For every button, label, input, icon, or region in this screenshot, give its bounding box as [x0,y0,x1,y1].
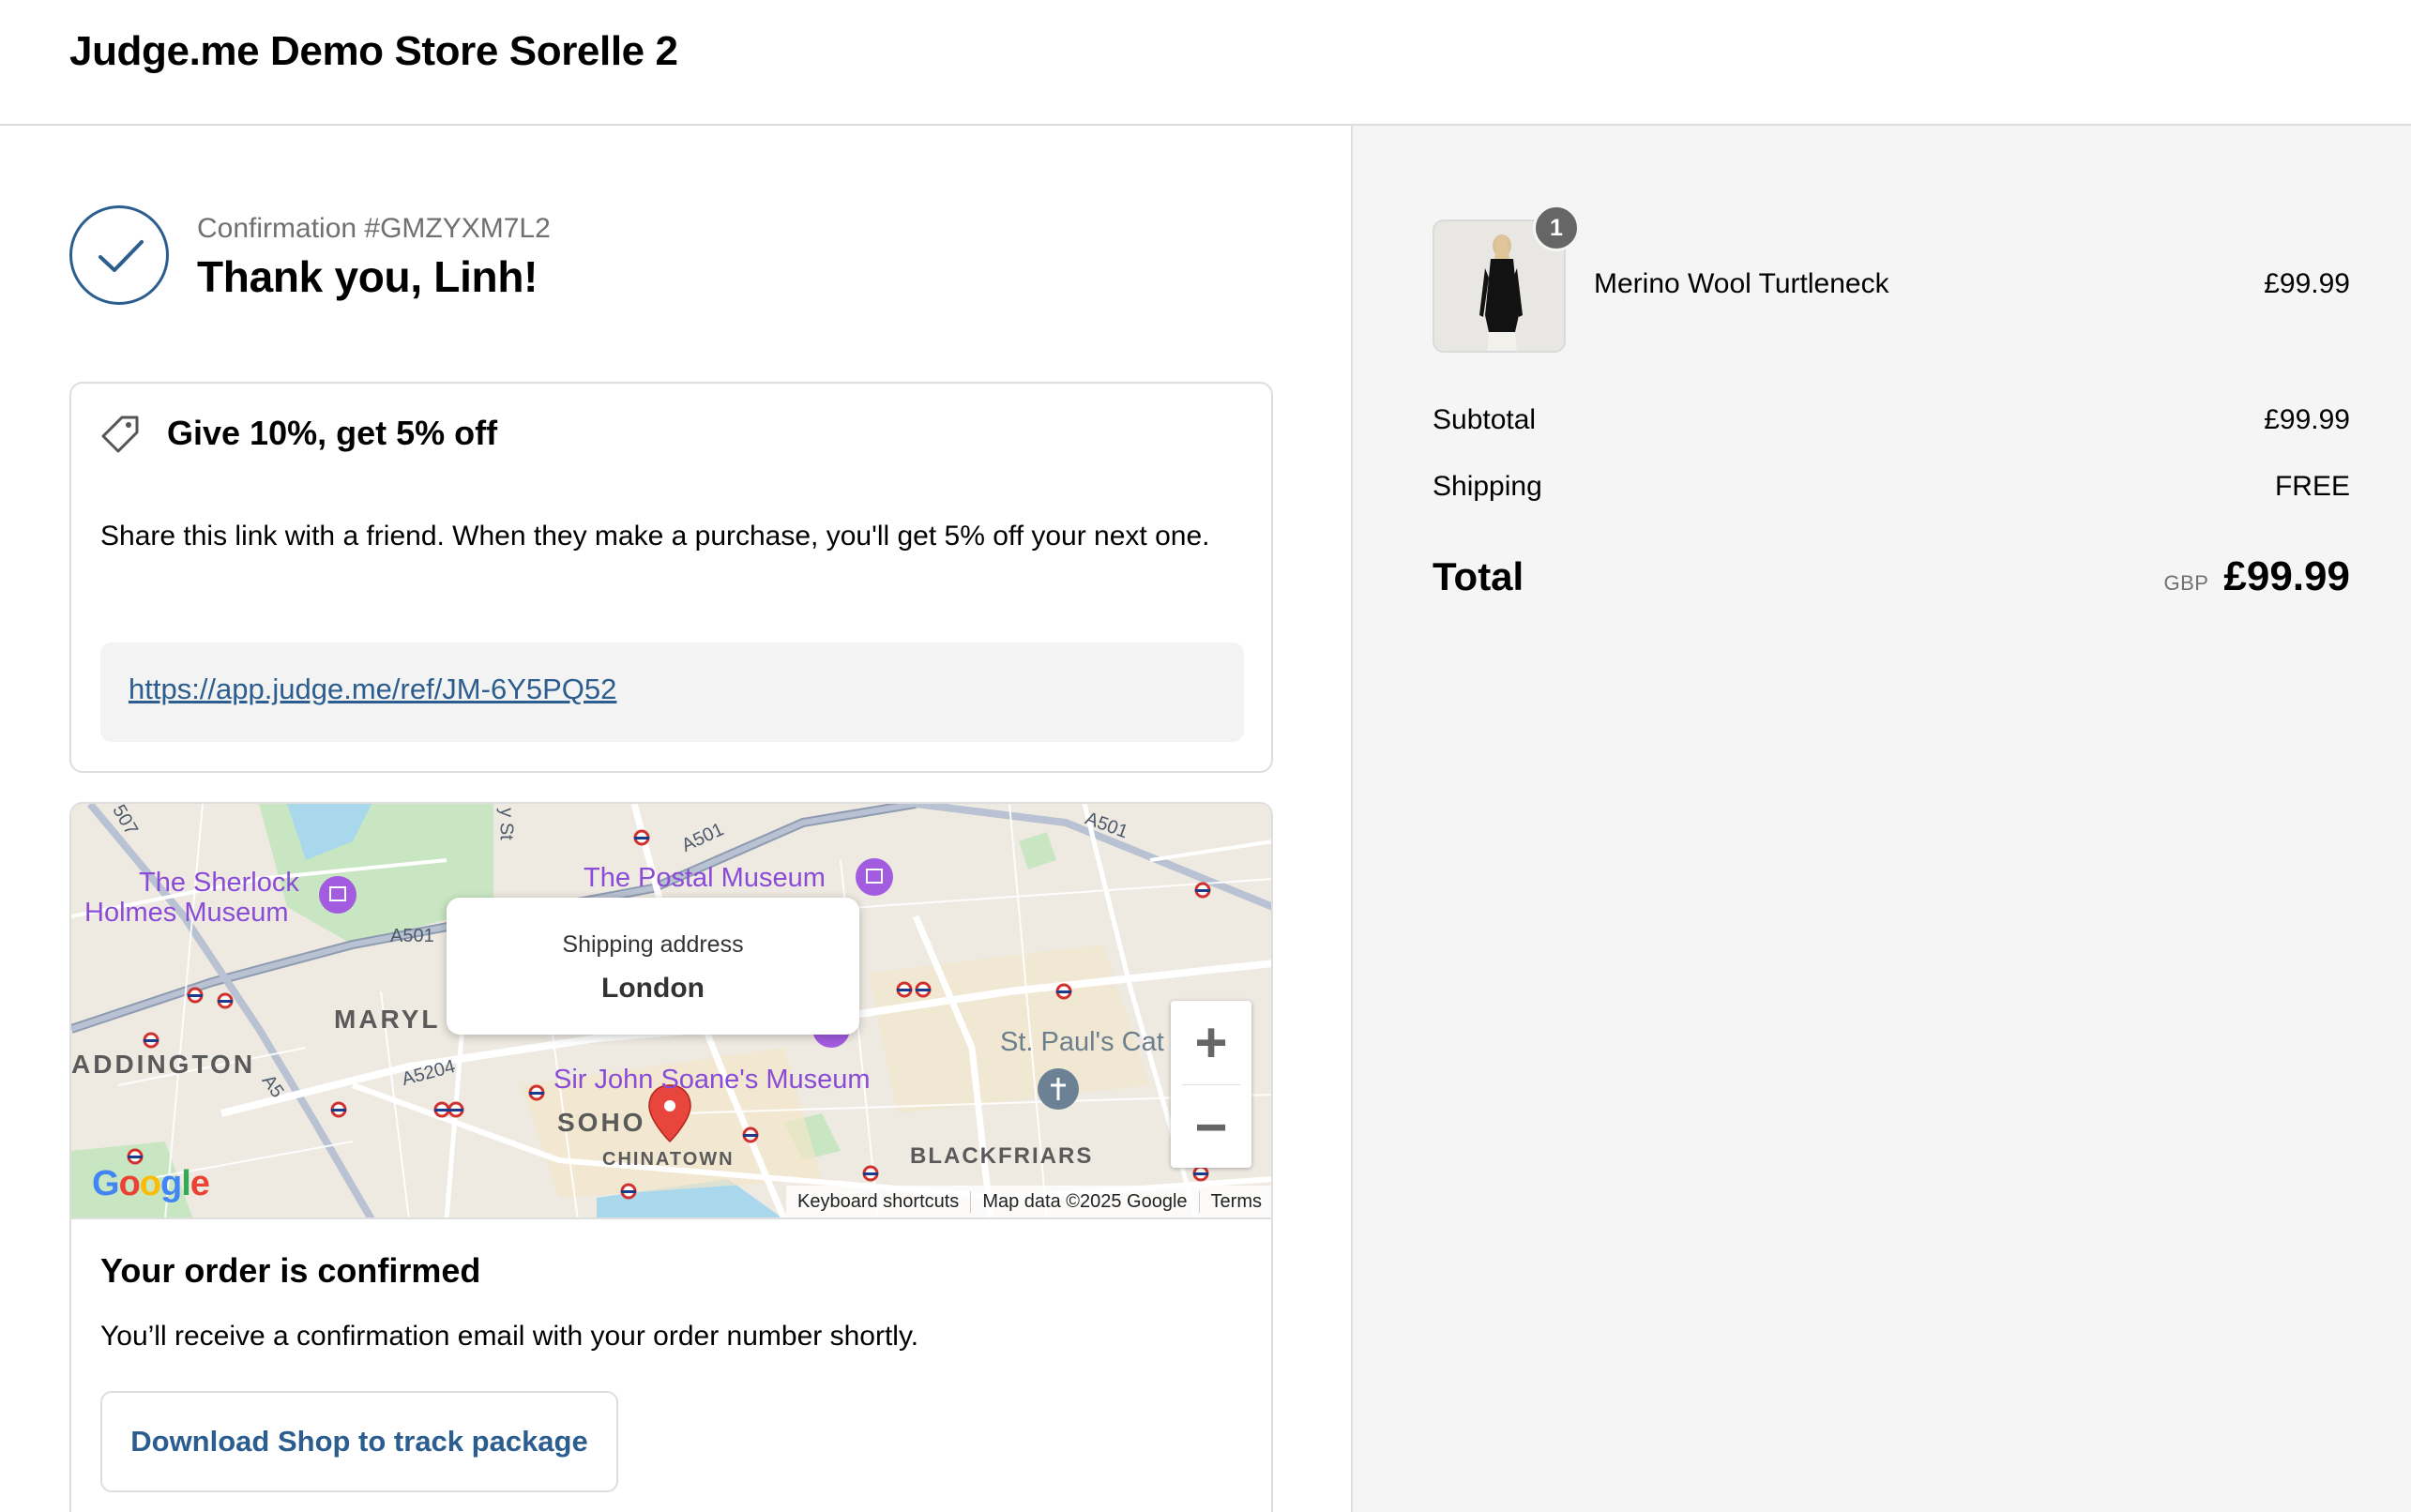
check-icon [69,205,169,305]
product-price: £99.99 [2264,268,2350,299]
area-paddington: ADDINGTON [71,1050,256,1079]
poi-sherlock-line1[interactable]: The Sherlock [139,868,299,899]
shipping-row: Shipping FREE [1433,471,2350,503]
area-soho: SOHO [557,1108,646,1137]
zoom-out-button[interactable]: − [1171,1085,1251,1168]
subtotal-row: Subtotal £99.99 [1433,404,2350,436]
total-amount: £99.99 [2223,553,2350,599]
shipping-value: FREE [2274,471,2350,502]
download-shop-button[interactable]: Download Shop to track package [100,1391,618,1492]
shipping-map[interactable]: The Sherlock Holmes Museum The Postal Mu… [71,804,1271,1219]
subtotal-label: Subtotal [1433,404,1537,435]
poi-st-pauls[interactable]: St. Paul's Cat [1000,1027,1164,1058]
order-summary: 1 Merino Wool Turtleneck £99.99 Subtotal… [1351,126,2411,1512]
zoom-in-button[interactable]: + [1171,1001,1251,1083]
quantity-badge: 1 [1533,204,1580,251]
store-header: Judge.me Demo Store Sorelle 2 [0,0,2411,126]
tag-icon [99,414,141,460]
referral-link[interactable]: https://app.judge.me/ref/JM-6Y5PQ52 [129,673,616,706]
total-row: Total GBP £99.99 [1433,553,2350,600]
shipping-label: Shipping [1433,471,1542,502]
currency-code: GBP [2163,571,2209,595]
subtotal-value: £99.99 [2264,404,2350,435]
terms-link[interactable]: Terms [1198,1190,1271,1213]
referral-link-box: https://app.judge.me/ref/JM-6Y5PQ52 [100,643,1244,742]
poi-postal-museum[interactable]: The Postal Museum [584,863,826,894]
map-data-text: Map data ©2025 Google [970,1190,1198,1213]
keyboard-shortcuts-link[interactable]: Keyboard shortcuts [786,1191,970,1213]
area-chinatown: CHINATOWN [602,1149,735,1170]
thank-you-heading: Thank you, Linh! [197,252,538,301]
order-confirmed-text: You’ll receive a confirmation email with… [100,1321,919,1352]
store-name[interactable]: Judge.me Demo Store Sorelle 2 [69,28,678,75]
google-logo[interactable]: Google [92,1164,210,1204]
popup-city: London [601,973,705,1004]
map-attribution: Keyboard shortcuts Map data ©2025 Google… [785,1186,1271,1217]
zoom-control: + − [1171,1001,1251,1168]
popup-title: Shipping address [562,931,744,958]
road-street: y St [495,808,517,840]
poi-soane-museum[interactable]: Sir John Soane's Museum [553,1065,871,1096]
referral-title: Give 10%, get 5% off [167,414,498,452]
referral-description: Share this link with a friend. When they… [100,521,1210,552]
road-a501-west: A501 [390,926,434,946]
order-status-card: The Sherlock Holmes Museum The Postal Mu… [69,802,1273,1512]
poi-sherlock-line2[interactable]: Holmes Museum [84,898,289,929]
area-marylebone: MARYL [334,1005,441,1034]
order-confirmed-title: Your order is confirmed [100,1251,481,1290]
confirmation-number: Confirmation #GMZYXM7L2 [197,213,551,244]
total-label: Total [1433,554,1524,598]
referral-card: Give 10%, get 5% off Share this link wit… [69,382,1273,773]
shipping-address-popup: Shipping address London [447,898,859,1035]
product-name: Merino Wool Turtleneck [1594,268,1889,299]
area-blackfriars: BLACKFRIARS [910,1143,1094,1169]
